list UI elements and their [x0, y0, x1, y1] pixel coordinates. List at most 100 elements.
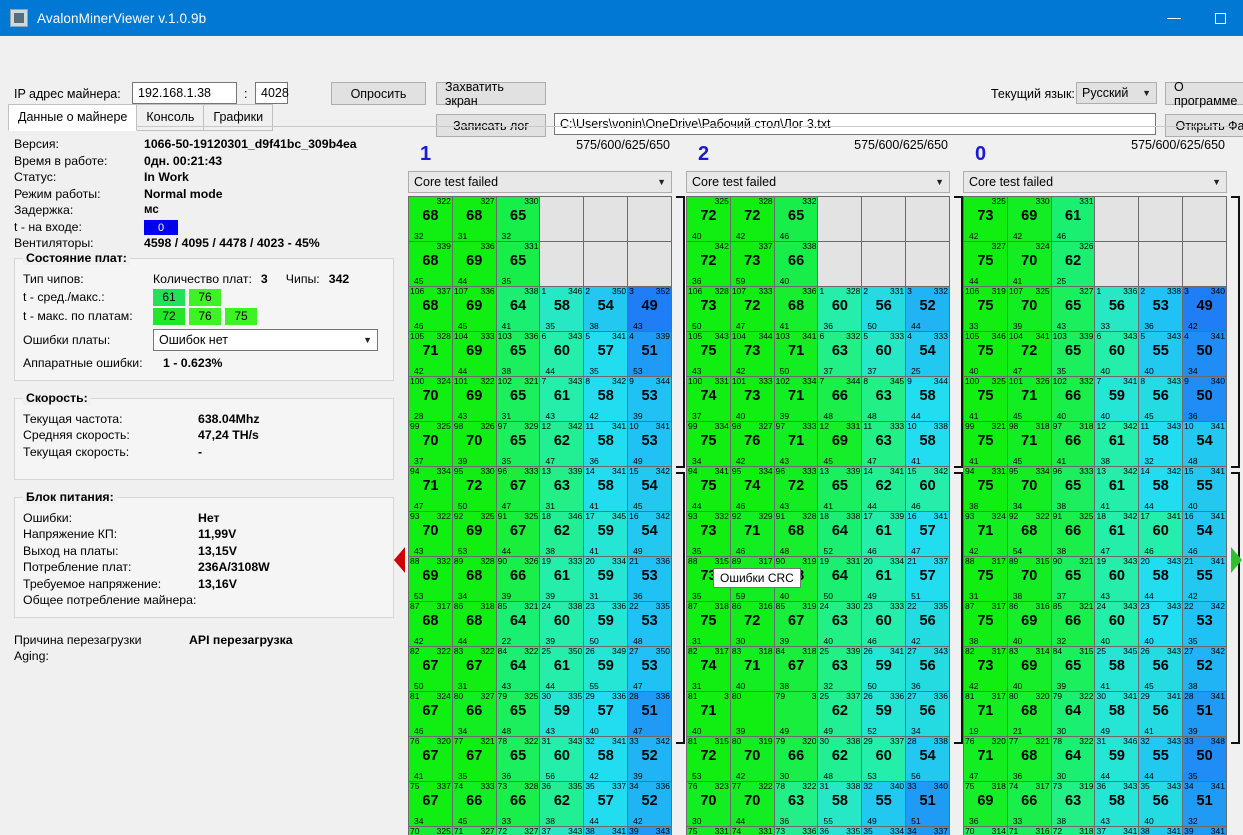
chip-cell[interactable]: 101 326 71 45 — [1007, 377, 1052, 422]
chip-cell[interactable]: 33 342 52 39 — [628, 737, 672, 782]
chip-cell[interactable]: 73 328 66 33 — [496, 782, 541, 827]
chip-cell[interactable]: 331 61 46 — [1051, 197, 1096, 242]
chip-cell[interactable]: 78 322 65 36 — [496, 737, 541, 782]
chip-cell[interactable]: 86 316 69 40 — [1007, 602, 1052, 647]
chip-cell[interactable]: 89 328 68 34 — [452, 557, 497, 602]
chip-cell[interactable]: 28 341 51 39 — [1183, 692, 1227, 737]
chip-cell[interactable]: 101 322 69 43 — [452, 377, 497, 422]
chip-cell[interactable]: 25 337 62 49 — [818, 692, 863, 737]
chip-cell[interactable]: 29 337 60 53 — [862, 737, 907, 782]
chip-cell[interactable]: 27 343 56 36 — [906, 647, 950, 692]
chip-cell[interactable]: 14 341 58 41 — [584, 467, 629, 512]
chip-cell[interactable]: 82 322 67 50 — [409, 647, 453, 692]
chip-cell[interactable]: 4 341 50 34 — [1183, 332, 1227, 377]
chip-cell[interactable]: 5 333 60 37 — [862, 332, 907, 377]
chip-cell[interactable]: 87 317 75 38 — [964, 602, 1008, 647]
chip-cell[interactable]: 80 319 70 42 — [730, 737, 775, 782]
chip-cell[interactable]: 77 321 67 35 — [452, 737, 497, 782]
chip-cell[interactable]: 343375141 — [906, 827, 950, 835]
chip-cell[interactable]: 95 334 74 46 — [730, 467, 775, 512]
chip-cell[interactable]: 32 343 55 44 — [1139, 737, 1184, 782]
poll-button[interactable]: Опросить — [331, 82, 426, 105]
chip-cell[interactable]: 77 322 70 44 — [730, 782, 775, 827]
chip-cell[interactable]: 25 339 63 32 — [818, 647, 863, 692]
chip-cell[interactable]: 34 341 51 32 — [1183, 782, 1227, 827]
chip-cell[interactable]: 102 332 66 40 — [1051, 377, 1096, 422]
chip-cell[interactable]: 4 339 51 53 — [628, 332, 672, 377]
chip-cell[interactable]: 336 68 41 — [774, 287, 819, 332]
chip-cell[interactable]: 330 65 32 — [496, 197, 541, 242]
chip-cell[interactable]: 733366231 — [774, 827, 819, 835]
chip-cell[interactable]: 9 344 53 39 — [628, 377, 672, 422]
chip-cell[interactable]: 25 345 58 41 — [1095, 647, 1140, 692]
chip-cell[interactable]: 86 316 72 30 — [730, 602, 775, 647]
chip-cell[interactable]: 76 320 71 47 — [964, 737, 1008, 782]
chip-cell[interactable]: 723186337 — [1051, 827, 1096, 835]
chip-cell[interactable]: 98 327 76 42 — [730, 422, 775, 467]
chip-cell[interactable]: 373435749 — [540, 827, 585, 835]
chip-cell[interactable]: 85 321 66 32 — [1051, 602, 1096, 647]
chip-cell[interactable]: 2 331 56 50 — [862, 287, 907, 332]
chip-cell[interactable]: 7 341 59 40 — [1095, 377, 1140, 422]
chip-cell[interactable]: 22 342 53 35 — [1183, 602, 1227, 647]
chip-cell[interactable]: 75 318 69 36 — [964, 782, 1008, 827]
chip-cell[interactable]: 94 331 75 38 — [964, 467, 1008, 512]
chip-cell[interactable]: 29 336 57 40 — [584, 692, 629, 737]
chip-cell[interactable]: 31 343 60 56 — [540, 737, 585, 782]
chip-cell-empty[interactable] — [1095, 197, 1140, 242]
chip-cell[interactable]: 84 322 64 43 — [496, 647, 541, 692]
chip-cell[interactable]: 10 341 53 49 — [628, 422, 672, 467]
chip-cell[interactable]: 99 321 75 41 — [964, 422, 1008, 467]
chip-cell-empty[interactable] — [540, 242, 585, 287]
chip-cell[interactable]: 32 340 55 49 — [862, 782, 907, 827]
chip-cell[interactable]: 743316926 — [730, 827, 775, 835]
chip-cell[interactable]: 22 335 56 42 — [906, 602, 950, 647]
chip-cell[interactable]: 28 338 54 56 — [906, 737, 950, 782]
chip-cell[interactable]: 76 323 70 30 — [687, 782, 731, 827]
board-status-select[interactable]: Core test failed ▼ — [686, 171, 950, 193]
chip-cell[interactable]: 96 333 67 47 — [496, 467, 541, 512]
board-errors-select[interactable]: Ошибок нет ▼ — [153, 329, 378, 351]
chip-cell[interactable]: 91 325 66 38 — [1051, 512, 1096, 557]
chip-cell[interactable]: 80 39 — [730, 692, 775, 737]
chip-cell[interactable]: 17 345 59 41 — [584, 512, 629, 557]
chip-cell[interactable]: 1 336 56 33 — [1095, 287, 1140, 332]
chip-cell[interactable]: 95 330 72 50 — [452, 467, 497, 512]
chip-cell-empty[interactable] — [818, 242, 863, 287]
chip-cell[interactable]: 26 341 59 50 — [862, 647, 907, 692]
chip-cell[interactable]: 97 333 71 43 — [774, 422, 819, 467]
chip-cell[interactable]: 21 336 53 36 — [628, 557, 672, 602]
chip-cell[interactable]: 373415841 — [1095, 827, 1140, 835]
chip-cell[interactable]: 3 340 49 42 — [1183, 287, 1227, 332]
chip-cell[interactable]: 92 329 71 46 — [730, 512, 775, 557]
chip-cell[interactable]: 325 73 42 — [964, 197, 1008, 242]
chip-cell[interactable]: 100 324 70 28 — [409, 377, 453, 422]
chip-cell[interactable]: 753317030 — [687, 827, 731, 835]
chip-cell[interactable]: 35 343 56 40 — [1139, 782, 1184, 827]
chip-cell[interactable]: 74 317 66 33 — [1007, 782, 1052, 827]
chip-cell[interactable]: 26 343 56 45 — [1139, 647, 1184, 692]
chip-cell[interactable]: 88 332 69 53 — [409, 557, 453, 602]
chip-cell[interactable]: 12 331 69 45 — [818, 422, 863, 467]
chip-cell[interactable]: 5 341 57 35 — [584, 332, 629, 377]
chip-cell[interactable]: 19 343 60 43 — [1095, 557, 1140, 602]
chip-cell[interactable]: 14 342 58 44 — [1139, 467, 1184, 512]
chip-cell[interactable]: 6 332 63 37 — [818, 332, 863, 377]
chip-cell[interactable]: 16 341 57 47 — [906, 512, 950, 557]
chip-cell[interactable]: 79 320 66 30 — [774, 737, 819, 782]
chip-cell[interactable]: 10 338 58 41 — [906, 422, 950, 467]
chip-cell[interactable]: 78 322 64 30 — [1051, 737, 1096, 782]
chip-cell[interactable]: 21 341 55 42 — [1183, 557, 1227, 602]
chip-cell[interactable]: 15 342 60 46 — [906, 467, 950, 512]
chip-cell[interactable]: 16 342 54 49 — [628, 512, 672, 557]
board-status-select[interactable]: Core test failed ▼ — [408, 171, 672, 193]
chip-cell[interactable]: 82 317 74 31 — [687, 647, 731, 692]
chip-cell[interactable]: 106 337 68 46 — [409, 287, 453, 332]
chip-cell[interactable]: 27 336 56 34 — [906, 692, 950, 737]
chip-cell[interactable]: 92 322 68 54 — [1007, 512, 1052, 557]
chip-cell[interactable]: 20 343 58 44 — [1139, 557, 1184, 602]
chip-cell[interactable]: 87 318 75 31 — [687, 602, 731, 647]
chip-cell[interactable]: 20 334 61 49 — [862, 557, 907, 602]
chip-cell[interactable]: 95 334 70 34 — [1007, 467, 1052, 512]
chip-cell[interactable]: 3 352 49 43 — [628, 287, 672, 332]
